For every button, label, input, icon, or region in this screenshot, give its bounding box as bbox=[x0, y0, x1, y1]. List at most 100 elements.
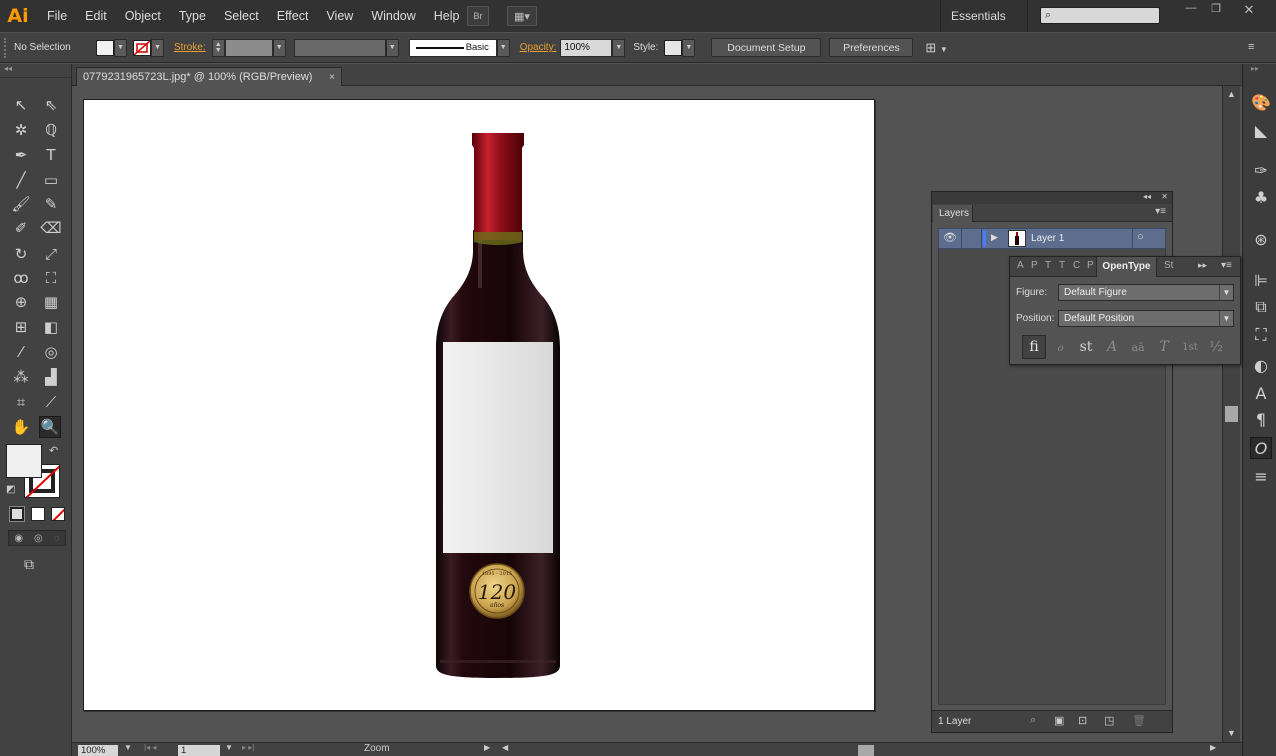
minimize-button[interactable]: — bbox=[1178, 2, 1204, 18]
workspace-switcher[interactable]: Essentials ▾ bbox=[940, 0, 1028, 54]
color-guide-icon[interactable]: ◣ bbox=[1250, 119, 1272, 141]
fill-dropdown-arrow[interactable]: ▼ bbox=[114, 38, 127, 57]
stroke-weight-field[interactable] bbox=[224, 38, 273, 57]
character-panel-icon[interactable]: A bbox=[1250, 382, 1272, 404]
menu-file[interactable]: File bbox=[38, 0, 76, 32]
document-setup-button[interactable]: Document Setup bbox=[711, 38, 822, 57]
tab-character[interactable]: C bbox=[1073, 260, 1080, 271]
hand-tool-icon[interactable]: ✋ bbox=[10, 416, 32, 438]
draw-inside-icon[interactable]: ◌ bbox=[54, 533, 60, 544]
artboard-number-field[interactable]: 1 bbox=[178, 745, 220, 756]
tab-appearance[interactable]: A bbox=[1017, 260, 1024, 271]
stylistic-alternates-button[interactable]: aā bbox=[1126, 335, 1150, 359]
menu-help[interactable]: Help bbox=[425, 0, 469, 32]
warp-tool-icon[interactable]: ꝏ bbox=[10, 267, 32, 289]
draw-normal-icon[interactable]: ◉ bbox=[14, 533, 23, 544]
titling-alternates-button[interactable]: T bbox=[1152, 335, 1176, 359]
variable-width-profile[interactable] bbox=[293, 38, 386, 57]
style-dropdown[interactable]: ▼ bbox=[682, 38, 696, 57]
artboard-dropdown-arrow[interactable]: ▼ bbox=[225, 743, 233, 752]
none-mode-icon[interactable] bbox=[51, 507, 65, 521]
rectangle-tool-icon[interactable]: ▭ bbox=[40, 169, 62, 191]
brushes-panel-icon[interactable]: ✑ bbox=[1250, 159, 1272, 181]
rotate-tool-icon[interactable]: ↻ bbox=[10, 243, 32, 265]
draw-behind-icon[interactable]: ◎ bbox=[34, 533, 43, 544]
opentype-menu-icon[interactable]: ▾≡ bbox=[1221, 260, 1232, 271]
symbol-sprayer-tool-icon[interactable]: ⁂ bbox=[10, 366, 32, 388]
tab-stroke[interactable]: St bbox=[1164, 260, 1173, 271]
tab-opentype[interactable]: OpenType bbox=[1096, 257, 1157, 277]
wine-bottle-image[interactable]: 1895 - 2015 120 años bbox=[84, 100, 876, 712]
menu-view[interactable]: View bbox=[317, 0, 362, 32]
free-transform-tool-icon[interactable]: ⛶ bbox=[40, 267, 62, 289]
stroke-label[interactable]: Stroke: bbox=[174, 42, 206, 53]
tab-transform[interactable]: T bbox=[1045, 260, 1051, 271]
slice-tool-icon[interactable]: ⟋ bbox=[40, 391, 62, 413]
blob-brush-tool-icon[interactable]: ✐ bbox=[10, 217, 32, 239]
align-panel-icon[interactable]: ⊫ bbox=[1250, 269, 1272, 291]
layer-row[interactable]: 👁 ▶ Layer 1 ○ bbox=[938, 228, 1166, 249]
collapse-panel-icon[interactable]: ◂◂ bbox=[1143, 192, 1151, 201]
fractions-button[interactable]: ½ bbox=[1204, 335, 1228, 359]
selection-tool-icon[interactable]: ↖ bbox=[10, 94, 32, 116]
document-tab[interactable]: 0779231965723L.jpg* @ 100% (RGB/Preview)… bbox=[76, 67, 342, 86]
standard-ligatures-button[interactable]: fi bbox=[1022, 335, 1046, 359]
scroll-left-icon[interactable]: ◀ bbox=[502, 743, 508, 752]
new-layer-icon[interactable]: ◳ bbox=[1104, 714, 1114, 727]
pathfinder-panel-icon[interactable]: ⧉ bbox=[1250, 296, 1272, 318]
shape-builder-tool-icon[interactable]: ⊕ bbox=[10, 291, 32, 313]
vertical-scrollbar[interactable]: ▲ ▼ bbox=[1222, 86, 1240, 742]
contextual-alternates-button[interactable]: ℴ bbox=[1048, 335, 1072, 359]
zoom-tool-icon[interactable]: 🔍 bbox=[39, 416, 61, 438]
stroke-swatch[interactable] bbox=[133, 39, 151, 56]
pen-tool-icon[interactable]: ✒ bbox=[10, 144, 32, 166]
paragraph-panel-icon[interactable]: ¶ bbox=[1250, 408, 1272, 430]
figure-select[interactable]: Default Figure ▼ bbox=[1058, 284, 1234, 301]
screen-mode-icon[interactable]: ⧉ bbox=[24, 556, 34, 573]
column-graph-tool-icon[interactable]: ▟ bbox=[40, 366, 62, 388]
new-sublayer-icon[interactable]: ⊡ bbox=[1078, 714, 1087, 727]
type-tool-icon[interactable]: T bbox=[40, 144, 62, 166]
scroll-right-icon[interactable]: ▶ bbox=[1210, 743, 1216, 752]
layers-panel-icon[interactable]: ≡ bbox=[1250, 465, 1272, 487]
preferences-button[interactable]: Preferences bbox=[829, 38, 914, 57]
eraser-tool-icon[interactable]: ⌫ bbox=[40, 217, 62, 239]
expand-layer-icon[interactable]: ▶ bbox=[991, 232, 998, 243]
graphic-style-swatch[interactable] bbox=[664, 39, 683, 56]
opacity-dropdown[interactable]: ▼ bbox=[612, 38, 626, 57]
symbols-panel-icon[interactable]: ♣ bbox=[1250, 186, 1272, 208]
first-artboard-icon[interactable]: |◂ ◂ bbox=[144, 743, 156, 752]
menu-select[interactable]: Select bbox=[215, 0, 268, 32]
scroll-down-icon[interactable]: ▼ bbox=[1227, 728, 1236, 738]
tab-layers[interactable]: Layers bbox=[933, 205, 973, 222]
bridge-button[interactable]: Br bbox=[467, 6, 489, 26]
align-options-icon[interactable]: ⊞ ▼ bbox=[925, 40, 947, 56]
swash-button[interactable]: A bbox=[1100, 335, 1124, 359]
position-select[interactable]: Default Position ▼ bbox=[1058, 310, 1234, 327]
stroke-panel-icon[interactable]: ⊛ bbox=[1250, 228, 1272, 250]
mesh-tool-icon[interactable]: ⊞ bbox=[10, 316, 32, 338]
restore-button[interactable]: ❐ bbox=[1203, 2, 1229, 18]
tab-paragraph[interactable]: P bbox=[1087, 260, 1094, 271]
menu-effect[interactable]: Effect bbox=[268, 0, 318, 32]
scale-tool-icon[interactable]: ⤢ bbox=[40, 243, 62, 265]
default-colors-icon[interactable]: ◩ bbox=[6, 484, 15, 495]
direct-selection-tool-icon[interactable]: ⇖ bbox=[40, 94, 62, 116]
gradient-tool-icon[interactable]: ◧ bbox=[40, 316, 62, 338]
ordinals-button[interactable]: 1st bbox=[1178, 335, 1202, 359]
stroke-weight-stepper[interactable]: ▲ ▼ bbox=[211, 38, 225, 57]
appearance-panel-icon[interactable]: ◐ bbox=[1250, 354, 1272, 376]
discretionary-ligatures-button[interactable]: st bbox=[1074, 335, 1098, 359]
brush-definition[interactable]: Basic bbox=[408, 38, 497, 57]
layers-menu-icon[interactable]: ▾≡ bbox=[1155, 206, 1166, 217]
eye-icon[interactable]: 👁 bbox=[943, 231, 957, 244]
artboard[interactable]: 1895 - 2015 120 años bbox=[83, 99, 875, 711]
lasso-tool-icon[interactable]: ℚ bbox=[40, 119, 62, 141]
scroll-thumb[interactable] bbox=[1225, 406, 1238, 422]
magic-wand-tool-icon[interactable]: ✲ bbox=[10, 119, 32, 141]
delete-layer-icon[interactable]: 🗑 bbox=[1132, 714, 1146, 727]
gradient-mode-icon[interactable] bbox=[31, 507, 45, 521]
opacity-label[interactable]: Opacity: bbox=[520, 42, 557, 53]
close-window-button[interactable]: ✕ bbox=[1236, 2, 1262, 18]
fill-color-box-front[interactable] bbox=[6, 444, 42, 478]
